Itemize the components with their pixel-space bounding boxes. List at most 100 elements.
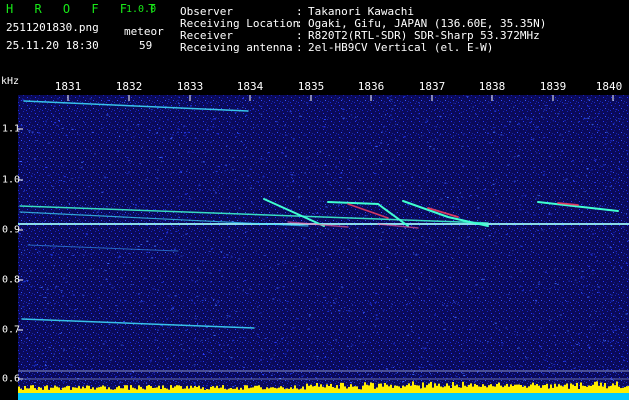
noise-speck bbox=[174, 381, 177, 382]
noise-speck bbox=[460, 111, 462, 113]
signal-level-bar bbox=[310, 384, 312, 393]
signal-level-bar bbox=[508, 386, 510, 393]
noise-speck bbox=[379, 271, 381, 273]
noise-speck bbox=[546, 354, 548, 356]
noise-speck bbox=[548, 155, 551, 157]
noise-speck bbox=[598, 339, 601, 341]
noise-speck bbox=[554, 283, 557, 285]
noise-speck bbox=[328, 344, 331, 345]
noise-speck bbox=[160, 239, 163, 241]
noise-speck bbox=[597, 286, 600, 288]
noise-speck bbox=[115, 305, 118, 307]
noise-speck bbox=[539, 346, 542, 348]
noise-speck bbox=[587, 193, 589, 195]
noise-speck bbox=[516, 140, 519, 142]
noise-speck bbox=[580, 148, 582, 150]
noise-speck bbox=[320, 208, 321, 210]
noise-speck bbox=[24, 270, 26, 272]
noise-speck bbox=[50, 253, 53, 255]
noise-speck bbox=[552, 120, 554, 122]
signal-level-bar bbox=[454, 385, 456, 393]
signal-level-bar bbox=[572, 384, 574, 393]
signal-level-bar bbox=[126, 385, 128, 393]
signal-level-bar bbox=[418, 385, 420, 393]
noise-speck bbox=[68, 202, 70, 204]
noise-speck bbox=[285, 308, 287, 310]
noise-speck bbox=[276, 343, 278, 345]
noise-speck bbox=[53, 303, 55, 305]
noise-speck bbox=[208, 251, 211, 252]
noise-speck bbox=[26, 280, 29, 281]
noise-speck bbox=[430, 364, 433, 366]
noise-speck bbox=[244, 280, 247, 282]
noise-speck bbox=[23, 311, 26, 313]
noise-speck bbox=[495, 178, 497, 180]
noise-speck bbox=[137, 124, 140, 126]
noise-speck bbox=[185, 233, 188, 235]
signal-level-bar bbox=[446, 383, 448, 393]
noise-speck bbox=[212, 126, 215, 128]
noise-speck bbox=[152, 205, 154, 207]
noise-speck bbox=[55, 286, 58, 288]
signal-level-bar bbox=[228, 388, 230, 393]
noise-speck bbox=[229, 294, 231, 296]
noise-speck bbox=[611, 340, 613, 342]
noise-speck bbox=[152, 120, 154, 122]
noise-speck bbox=[232, 386, 235, 388]
noise-speck bbox=[232, 339, 235, 341]
noise-speck bbox=[421, 367, 424, 369]
noise-speck bbox=[29, 195, 31, 196]
noise-speck bbox=[363, 341, 365, 343]
noise-speck bbox=[227, 344, 229, 346]
noise-speck bbox=[230, 117, 231, 119]
noise-speck bbox=[282, 230, 284, 232]
noise-speck bbox=[525, 98, 527, 100]
signal-level-bar bbox=[120, 388, 122, 393]
noise-speck bbox=[134, 207, 137, 209]
noise-speck bbox=[581, 160, 583, 162]
signal-level-bar bbox=[36, 389, 38, 393]
signal-level-bar bbox=[262, 389, 264, 393]
noise-speck bbox=[623, 360, 626, 362]
noise-speck bbox=[97, 386, 99, 388]
noise-speck bbox=[352, 304, 354, 306]
noise-speck bbox=[496, 199, 499, 201]
noise-speck bbox=[194, 137, 197, 139]
noise-speck bbox=[306, 157, 309, 159]
noise-speck bbox=[496, 327, 498, 329]
signal-level-bar bbox=[590, 385, 592, 393]
noise-speck bbox=[427, 142, 429, 143]
noise-speck bbox=[168, 327, 170, 329]
noise-speck bbox=[533, 214, 536, 216]
noise-speck bbox=[446, 305, 449, 307]
signal-level-bar bbox=[342, 382, 344, 393]
noise-speck bbox=[53, 105, 56, 107]
noise-speck bbox=[229, 121, 231, 123]
noise-speck bbox=[395, 209, 397, 211]
signal-level-bar bbox=[156, 387, 158, 393]
noise-speck bbox=[298, 196, 301, 198]
noise-speck bbox=[384, 149, 387, 151]
noise-speck bbox=[537, 283, 540, 285]
signal-level-bar bbox=[434, 383, 436, 393]
noise-speck bbox=[26, 147, 28, 148]
noise-speck bbox=[149, 360, 152, 362]
noise-speck bbox=[146, 240, 149, 242]
noise-speck bbox=[444, 303, 445, 305]
signal-level-bar bbox=[18, 386, 20, 393]
noise-speck bbox=[72, 294, 75, 296]
noise-speck bbox=[102, 343, 105, 345]
noise-speck bbox=[224, 170, 227, 172]
noise-speck bbox=[443, 192, 445, 194]
noise-speck bbox=[527, 329, 530, 331]
noise-speck bbox=[372, 376, 373, 378]
noise-speck bbox=[572, 338, 573, 340]
noise-speck bbox=[477, 207, 480, 209]
noise-speck bbox=[286, 343, 289, 345]
signal-level-bar bbox=[370, 382, 372, 393]
noise-speck bbox=[323, 119, 326, 120]
noise-speck bbox=[63, 181, 66, 182]
noise-speck bbox=[452, 258, 454, 259]
noise-speck bbox=[59, 333, 62, 334]
noise-speck bbox=[155, 132, 158, 134]
